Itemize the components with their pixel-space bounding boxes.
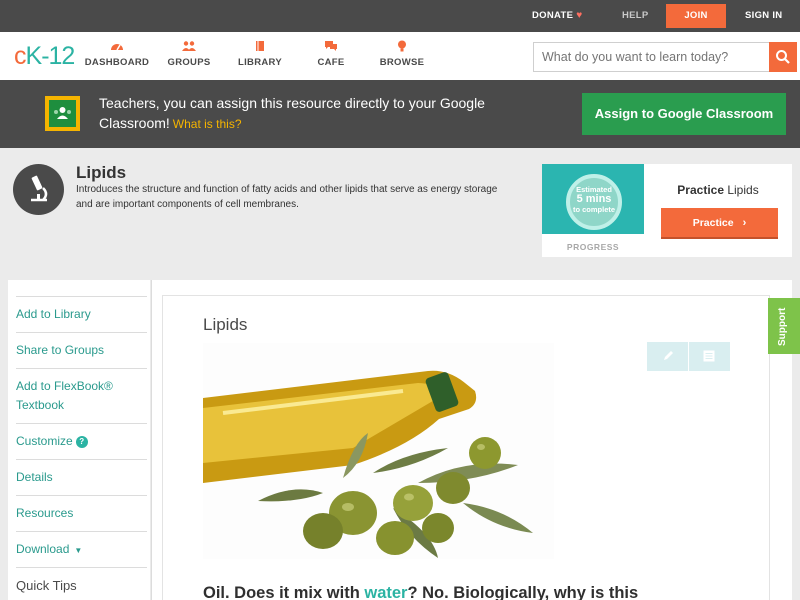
nav-cafe-label: CAFE	[317, 57, 345, 68]
donate-label: DONATE	[532, 10, 574, 21]
groups-icon	[182, 41, 196, 51]
google-classroom-banner: Teachers, you can assign this resource d…	[0, 80, 800, 148]
search-button[interactable]	[769, 42, 797, 72]
search-input[interactable]	[533, 42, 770, 72]
lesson-text-after: ? No. Biologically, why is this	[407, 584, 639, 600]
top-utility-bar: DONATE ♥ HELP JOIN SIGN IN	[0, 0, 800, 32]
logo-c: c	[14, 42, 26, 70]
sign-in-link[interactable]: SIGN IN	[745, 0, 782, 32]
progress-label: PROGRESS	[566, 242, 620, 252]
help-question-icon[interactable]: ?	[75, 436, 88, 448]
sidebar-item-share-to-groups[interactable]: Share to Groups	[16, 332, 147, 360]
classroom-banner-text: Teachers, you can assign this resource d…	[99, 93, 539, 134]
nav-dashboard[interactable]: DASHBOARD	[82, 40, 152, 68]
nav-groups-label: GROUPS	[167, 57, 211, 68]
library-icon	[256, 41, 264, 51]
support-label: Support	[777, 307, 788, 346]
concept-description: Introduces the structure and function of…	[76, 184, 498, 210]
dashboard-icon	[111, 44, 123, 51]
nav-library-label: LIBRARY	[238, 57, 282, 68]
nav-groups[interactable]: GROUPS	[154, 40, 224, 68]
nav-library[interactable]: LIBRARY	[225, 40, 295, 68]
water-link[interactable]: water	[364, 584, 407, 600]
practice-heading-bold: Practice	[677, 183, 724, 197]
nav-browse-label: BROWSE	[379, 57, 425, 68]
browse-icon	[398, 40, 406, 52]
practice-heading: Practice Lipids	[644, 183, 792, 197]
lesson-content-panel: Lipids Oil. Does it mix with water? No. …	[151, 280, 792, 600]
sidebar-label: Resources	[16, 506, 74, 520]
assign-to-google-classroom-button[interactable]: Assign to Google Classroom	[582, 93, 786, 135]
microscope-icon	[13, 164, 64, 215]
classroom-message: Teachers, you can assign this resource d…	[99, 95, 485, 131]
main-navbar: cK-12 DASHBOARD GROUPS LIBRARY CAFE BROW…	[0, 32, 800, 80]
practice-card: Estimated 5 mins to complete PROGRESS Pr…	[542, 164, 792, 257]
practice-heading-topic: Lipids	[727, 183, 759, 197]
what-is-this-link[interactable]: What is this?	[173, 117, 242, 131]
sidebar-label: Add to FlexBook® Textbook	[16, 379, 113, 412]
to-complete-label: to complete	[572, 205, 616, 214]
annotation-tools	[647, 342, 730, 371]
lesson-intro-text: Oil. Does it mix with water? No. Biologi…	[203, 584, 763, 600]
join-button[interactable]: JOIN	[666, 4, 726, 28]
practice-estimate-badge: Estimated 5 mins to complete	[542, 164, 644, 234]
estimate-text: Estimated 5 mins to complete	[566, 185, 622, 214]
sidebar-item-resources[interactable]: Resources	[16, 495, 147, 523]
lesson-card: Lipids Oil. Does it mix with water? No. …	[162, 295, 770, 600]
pencil-icon[interactable]	[661, 349, 675, 363]
sidebar-item-customize[interactable]: Customize?	[16, 423, 147, 451]
nav-dashboard-label: DASHBOARD	[84, 57, 150, 68]
donate-link[interactable]: DONATE ♥	[532, 0, 582, 32]
lesson-sidebar: Add to Library Share to Groups Add to Fl…	[8, 280, 150, 600]
sidebar-label: Quick Tips	[16, 578, 77, 593]
sidebar-item-add-to-library[interactable]: Add to Library	[16, 296, 147, 324]
sidebar-item-download[interactable]: Download ▼	[16, 531, 147, 560]
sidebar-label: Add to Library	[16, 307, 91, 321]
support-tab[interactable]: Support	[768, 298, 800, 354]
tool-divider	[688, 342, 689, 371]
olive-oil-image	[203, 343, 554, 559]
lesson-title: Lipids	[203, 315, 248, 334]
sidebar-label: Details	[16, 470, 53, 484]
cafe-icon	[325, 41, 337, 51]
search-icon	[776, 50, 790, 64]
sidebar-label: Download	[16, 542, 70, 556]
lesson-text-before: Oil. Does it mix with	[203, 584, 365, 600]
nav-cafe[interactable]: CAFE	[296, 40, 366, 68]
notes-icon[interactable]	[702, 349, 716, 363]
concept-title: Lipids	[76, 163, 127, 182]
logo-12: -12	[41, 42, 75, 70]
help-link[interactable]: HELP	[622, 0, 649, 32]
sidebar-label: Customize	[16, 434, 73, 448]
heart-icon: ♥	[576, 10, 583, 21]
practice-button[interactable]: Practice ›	[661, 208, 778, 239]
estimated-mins: 5 mins	[576, 193, 612, 205]
practice-button-label: Practice	[692, 216, 734, 229]
sidebar-item-quick-tips[interactable]: Quick Tips	[16, 567, 147, 595]
sidebar-item-add-to-flexbook[interactable]: Add to FlexBook® Textbook	[16, 368, 147, 415]
sidebar-label: Share to Groups	[16, 343, 105, 357]
logo-k: K	[25, 42, 43, 70]
sidebar-item-details[interactable]: Details	[16, 459, 147, 487]
google-classroom-icon	[45, 96, 80, 131]
nav-browse[interactable]: BROWSE	[367, 40, 437, 68]
caret-down-icon: ▼	[74, 546, 83, 555]
chevron-right-icon: ›	[742, 216, 747, 229]
ck12-logo[interactable]: cK-12	[14, 42, 75, 71]
